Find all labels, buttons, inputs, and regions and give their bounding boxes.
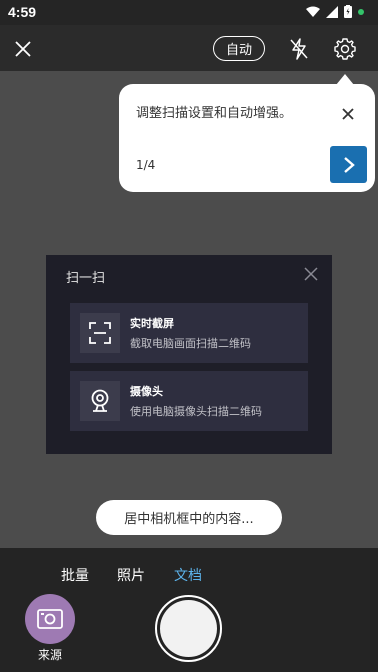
- tooltip-next-button[interactable]: [330, 146, 367, 183]
- mode-tab-batch[interactable]: 批量: [61, 565, 89, 585]
- scan-panel-close-button[interactable]: [302, 265, 320, 283]
- auto-enhance-button[interactable]: 自动: [213, 36, 265, 61]
- signal-icon: [326, 5, 338, 18]
- tooltip-page-indicator: 1/4: [136, 158, 156, 172]
- tooltip-close-button[interactable]: [337, 103, 359, 125]
- scan-option-screen-capture[interactable]: 实时截屏 截取电脑画面扫描二维码: [70, 303, 308, 363]
- shutter-button[interactable]: [155, 595, 222, 662]
- scan-panel: 扫一扫 实时截屏 截取电脑画面扫描二维码 摄像头 使用电脑摄像头扫描二维码: [46, 255, 332, 454]
- close-icon: [304, 267, 318, 281]
- status-time: 4:59: [8, 4, 37, 20]
- screen-capture-icon: [80, 313, 120, 353]
- tooltip-text: 调整扫描设置和自动增强。: [136, 106, 293, 121]
- scan-option-title: 实时截屏: [130, 317, 174, 330]
- scan-option-title: 摄像头: [130, 385, 163, 398]
- source-label: 来源: [38, 648, 63, 662]
- shutter-inner: [160, 600, 217, 657]
- close-icon: [342, 108, 354, 120]
- source-button[interactable]: [25, 594, 75, 644]
- flash-button[interactable]: [286, 35, 312, 63]
- settings-button[interactable]: [331, 35, 359, 63]
- close-button[interactable]: [10, 36, 36, 62]
- mode-tab-document[interactable]: 文档: [174, 565, 202, 585]
- wifi-icon: [306, 6, 320, 17]
- camera-toolbar: 自动: [0, 25, 378, 71]
- scan-option-webcam[interactable]: 摄像头 使用电脑摄像头扫描二维码: [70, 371, 308, 431]
- chevron-right-icon: [343, 156, 355, 173]
- mode-tab-photo[interactable]: 照片: [117, 565, 145, 585]
- gear-icon: [334, 38, 356, 60]
- settings-tooltip: 调整扫描设置和自动增强。 1/4: [119, 84, 375, 192]
- capture-bar: 批量 照片 文档 来源: [0, 548, 378, 672]
- notification-dot-icon: [358, 8, 364, 15]
- close-icon: [15, 41, 31, 57]
- status-bar: 4:59: [0, 0, 378, 25]
- center-content-hint: 居中相机框中的内容...: [96, 500, 282, 535]
- scan-option-subtitle: 使用电脑摄像头扫描二维码: [130, 405, 262, 418]
- flash-off-icon: [290, 38, 308, 60]
- status-icons: [306, 5, 364, 18]
- battery-icon: [344, 5, 352, 18]
- scan-panel-title: 扫一扫: [66, 271, 106, 286]
- image-gallery-icon: [37, 609, 63, 629]
- scan-option-subtitle: 截取电脑画面扫描二维码: [130, 337, 251, 350]
- webcam-icon: [80, 381, 120, 421]
